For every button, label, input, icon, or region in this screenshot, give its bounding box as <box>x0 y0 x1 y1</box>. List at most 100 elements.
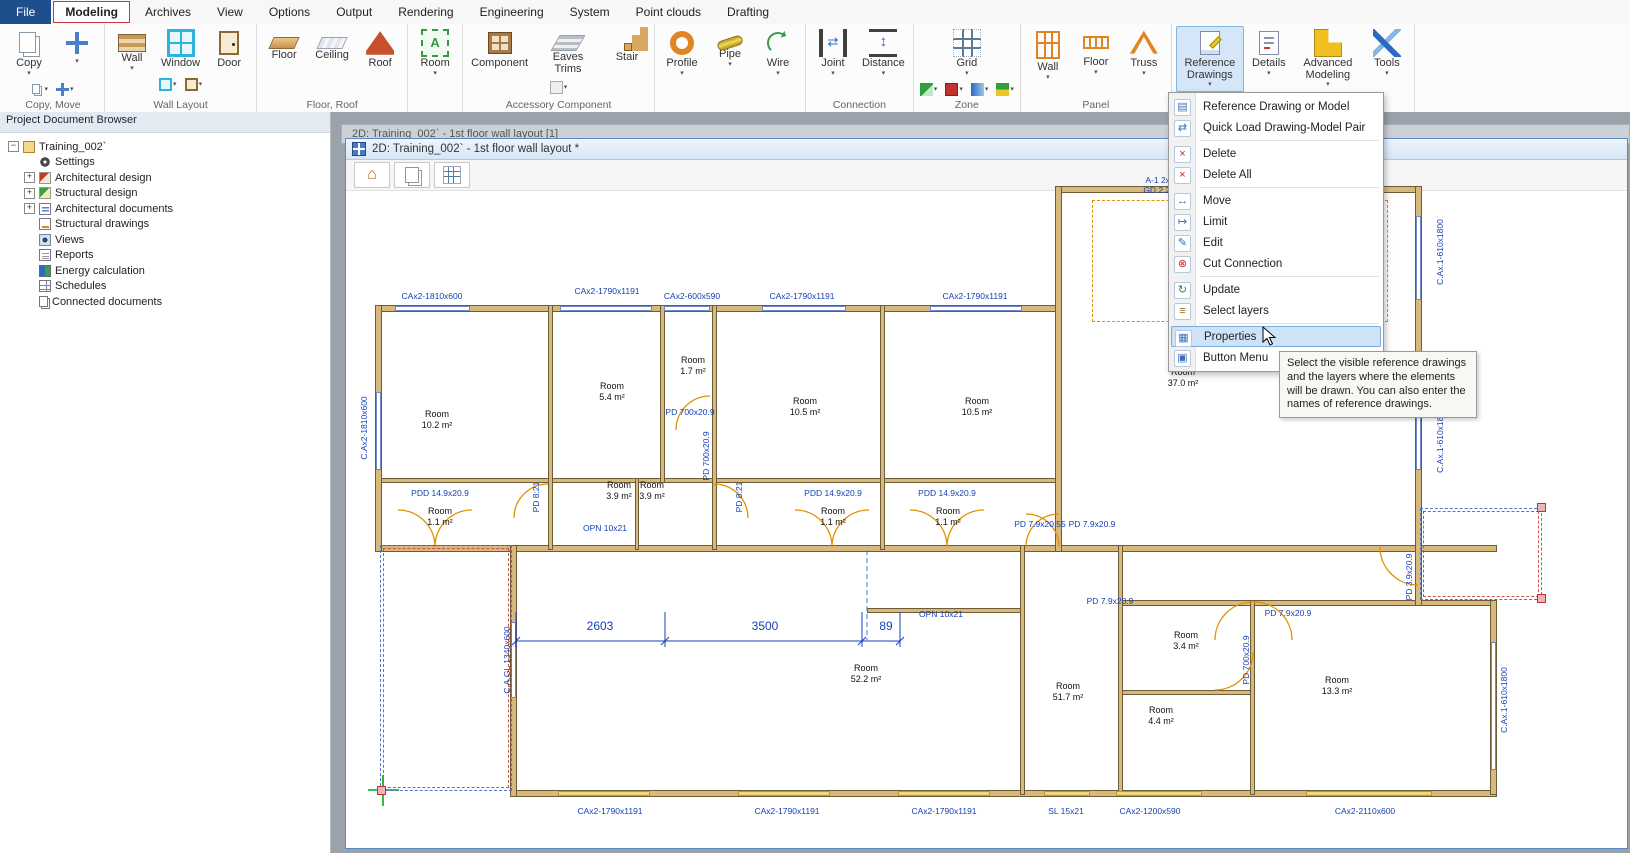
tools-button[interactable]: Tools▾ <box>1364 26 1410 80</box>
door-options-button[interactable]: ▾ <box>183 76 205 93</box>
expander-icon[interactable]: + <box>24 172 35 183</box>
tree-item-structural-drawings[interactable]: Structural drawings <box>2 217 328 233</box>
canvas-area: 2D: Training_002` - 1st floor wall layou… <box>331 112 1630 853</box>
pipe-button[interactable]: Pipe▾ <box>707 26 753 71</box>
window-arrange-button[interactable] <box>394 162 430 188</box>
tree-item-schedules[interactable]: Schedules <box>2 279 328 295</box>
ribbon-button-row: Grid▾ <box>944 26 990 80</box>
tree-item-connected-documents[interactable]: Connected documents <box>2 294 328 310</box>
tree-item-reports[interactable]: Reports <box>2 248 328 264</box>
dropdown-arrow-icon: ▾ <box>959 86 963 94</box>
menu-item-quick-load-drawing-model-pair[interactable]: ⇄Quick Load Drawing-Model Pair <box>1169 117 1383 138</box>
menu-options[interactable]: Options <box>256 0 323 24</box>
home-icon: ⌂ <box>367 167 377 183</box>
wall-button[interactable]: Wall▾ <box>1025 26 1071 84</box>
tree-item-structural-design[interactable]: +Structural design <box>2 186 328 202</box>
zone-c-button[interactable]: ▾ <box>969 81 991 98</box>
zone-a-button[interactable]: ▾ <box>918 81 940 98</box>
home-view-button[interactable]: ⌂ <box>354 162 390 188</box>
profile-button[interactable]: Profile▾ <box>659 26 705 80</box>
tree-item-settings[interactable]: Settings <box>2 155 328 171</box>
ribbon-button-row: Wall▾Floor▾Truss▾ <box>1025 26 1167 84</box>
ribbon-button-row: ComponentEaves Trims Stair <box>467 26 650 78</box>
menu-item-cut-connection[interactable]: ⊗Cut Connection <box>1169 253 1383 274</box>
menu-item-label: Properties <box>1204 331 1256 343</box>
zone-b-button[interactable]: ▾ <box>943 81 965 98</box>
connected-docs-icon <box>39 296 48 307</box>
move-options-button[interactable]: ▾ <box>54 81 76 98</box>
accessory-more-button[interactable]: ▾ <box>548 79 570 96</box>
menu-item-label: Cut Connection <box>1203 258 1282 270</box>
menu-output[interactable]: Output <box>323 0 385 24</box>
item-button[interactable]: ▾ <box>54 26 100 69</box>
menu-system[interactable]: System <box>557 0 623 24</box>
menu-rendering[interactable]: Rendering <box>385 0 466 24</box>
menu-view[interactable]: View <box>204 0 256 24</box>
dropdown-arrow-icon: ▾ <box>130 65 134 73</box>
menu-item-limit[interactable]: ↦ Limit <box>1169 211 1383 232</box>
dropdown-arrow-icon: ▾ <box>564 84 568 92</box>
advanced-modeling-button[interactable]: Advanced Modeling▾ <box>1294 26 1362 92</box>
wall-button[interactable]: Wall▾ <box>109 26 155 75</box>
door-button[interactable]: Door <box>206 26 252 73</box>
ribbon-group-label: Panel <box>1021 99 1171 111</box>
limit-icon: ↦ <box>1174 214 1191 231</box>
menu-drafting[interactable]: Drafting <box>714 0 782 24</box>
menu-item-label: Limit <box>1203 216 1227 228</box>
roof-button[interactable]: Roof <box>357 26 403 73</box>
copy-options-button[interactable]: ▾ <box>30 81 50 98</box>
dropdown-arrow-icon: ▾ <box>728 61 732 69</box>
expander-icon[interactable]: + <box>24 188 35 199</box>
menu-item-select-layers[interactable]: ≡Select layers <box>1169 300 1383 321</box>
more-sm-icon <box>550 81 563 94</box>
menu-item-edit[interactable]: ✎Edit <box>1169 232 1383 253</box>
tree-item-architectural-design[interactable]: +Architectural design <box>2 170 328 186</box>
details-button[interactable]: Details▾ <box>1246 26 1292 80</box>
grid-button[interactable]: Grid▾ <box>944 26 990 80</box>
grid-view-button[interactable] <box>434 162 470 188</box>
menu-item-delete-all[interactable]: ×Delete All <box>1169 164 1383 185</box>
menu-engineering[interactable]: Engineering <box>467 0 557 24</box>
zone-d-button[interactable]: ▾ <box>994 81 1016 98</box>
floor-button[interactable]: Floor <box>261 26 307 65</box>
wall-icon <box>118 34 146 52</box>
tree-item-energy-calculation[interactable]: Energy calculation <box>2 263 328 279</box>
panel-floor-icon <box>1083 36 1109 49</box>
reference-drawings-button[interactable]: Reference Drawings▾ <box>1176 26 1244 92</box>
tree-item-architectural-documents[interactable]: +Architectural documents <box>2 201 328 217</box>
joint-button[interactable]: Joint▾ <box>810 26 856 80</box>
menu-item-update[interactable]: ↻Update <box>1169 279 1383 300</box>
room-button[interactable]: Room▾ <box>412 26 458 80</box>
eaves-trims-button[interactable]: Eaves Trims <box>534 26 602 78</box>
tree-item-views[interactable]: Views <box>2 232 328 248</box>
menu-file[interactable]: File <box>0 0 51 24</box>
wire-button[interactable]: Wire▾ <box>755 26 801 80</box>
window-icon <box>167 29 195 57</box>
menu-item-reference-drawing-or-model[interactable]: ▤Reference Drawing or Model <box>1169 96 1383 117</box>
component-button[interactable]: Component <box>467 26 532 73</box>
window-options-button[interactable]: ▾ <box>157 76 179 93</box>
menu-item-move[interactable]: ↔Move <box>1169 190 1383 211</box>
ribbon-group-wall-layout: Wall▾WindowDoor▾▾Wall Layout <box>105 24 257 112</box>
window-button[interactable]: Window <box>157 26 204 73</box>
stair-button[interactable]: Stair <box>604 26 650 67</box>
truss-button[interactable]: Truss▾ <box>1121 26 1167 80</box>
grid-icon <box>443 166 461 184</box>
expander-icon[interactable]: + <box>24 203 35 214</box>
dropdown-arrow-icon: ▾ <box>1385 70 1389 78</box>
menu-archives[interactable]: Archives <box>132 0 204 24</box>
menu-modeling[interactable]: Modeling <box>53 1 130 23</box>
ceiling-button[interactable]: Ceiling <box>309 26 355 65</box>
distance-button[interactable]: Distance▾ <box>858 26 909 80</box>
menu-point-clouds[interactable]: Point clouds <box>623 0 714 24</box>
expander-icon[interactable]: − <box>8 141 19 152</box>
tree-item-training-002[interactable]: −Training_002` <box>2 139 328 155</box>
copy-button[interactable]: Copy▾ <box>6 26 52 80</box>
drawing-window-titlebar[interactable]: 2D: Training_002` - 1st floor wall layou… <box>346 139 1627 160</box>
floor-button[interactable]: Floor▾ <box>1073 26 1119 79</box>
button-label: Grid <box>956 58 977 70</box>
menu-item-delete[interactable]: ×Delete <box>1169 143 1383 164</box>
button-label: Stair <box>616 52 639 64</box>
tree-spacer <box>24 281 35 292</box>
tree-item-label: Energy calculation <box>55 265 145 277</box>
